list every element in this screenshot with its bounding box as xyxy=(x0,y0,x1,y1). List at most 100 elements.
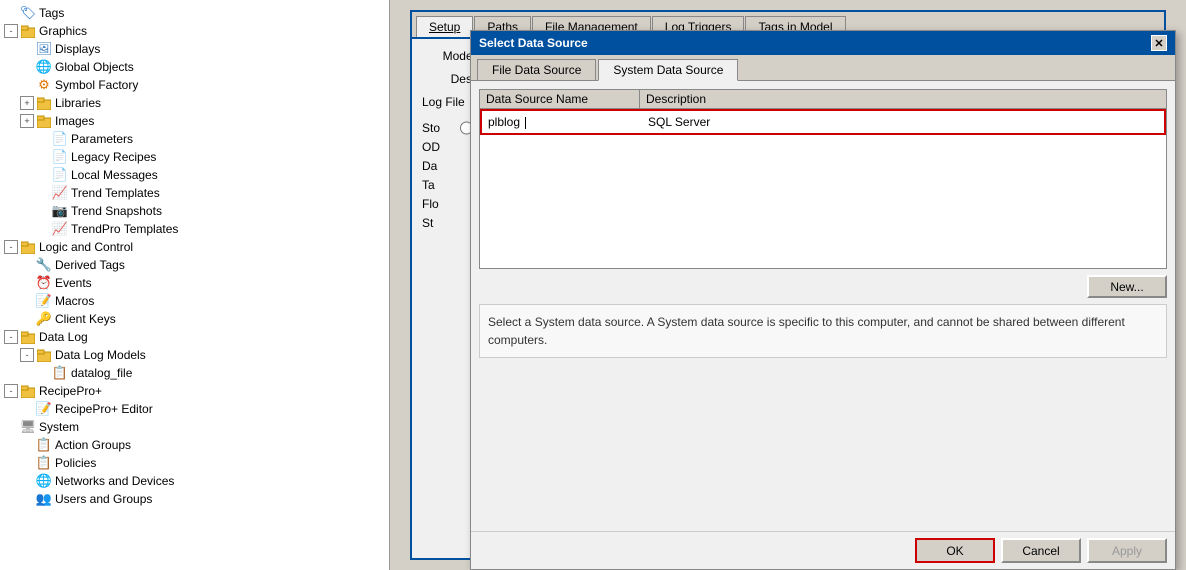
tree-item-recipepro-editor[interactable]: 📝RecipePro+ Editor xyxy=(0,400,389,418)
expander-empty-symbol-factory xyxy=(20,78,34,92)
dialog-cancel-button[interactable]: Cancel xyxy=(1001,538,1081,563)
tree-item-legacy-recipes[interactable]: 📄Legacy Recipes xyxy=(0,148,389,166)
tree-item-logic-control[interactable]: - Logic and Control xyxy=(0,238,389,256)
tree-item-data-log-models[interactable]: - Data Log Models xyxy=(0,346,389,364)
tree-label-symbol-factory: Symbol Factory xyxy=(55,78,138,92)
tree-label-macros: Macros xyxy=(55,294,94,308)
expander-logic-control[interactable]: - xyxy=(4,240,18,254)
tab-file-datasource[interactable]: File Data Source xyxy=(477,59,596,80)
tree-icon-datalog-file: 📋 xyxy=(52,365,68,381)
tree-label-recipepro-editor: RecipePro+ Editor xyxy=(55,402,153,416)
tree-icon-trend-templates: 📈 xyxy=(52,185,68,201)
datasource-cell-desc: SQL Server xyxy=(642,113,1164,131)
tree-label-graphics: Graphics xyxy=(39,24,87,38)
tree-icon-recipepro xyxy=(20,383,36,399)
expander-empty-trendpro-templates xyxy=(36,222,50,236)
tree-label-data-log-models: Data Log Models xyxy=(55,348,146,362)
datasource-name-value: plblog xyxy=(488,115,520,129)
tree-icon-libraries xyxy=(36,95,52,111)
new-button[interactable]: New... xyxy=(1087,275,1167,298)
tree-icon-system: 🖥 xyxy=(20,419,36,435)
tree-label-logic-control: Logic and Control xyxy=(39,240,133,254)
od-stub: OD xyxy=(422,140,440,154)
tree-icon-local-messages: 📄 xyxy=(52,167,68,183)
expander-libraries[interactable]: + xyxy=(20,96,34,110)
datasource-table-header: Data Source Name Description xyxy=(480,90,1166,109)
tree-item-recipepro[interactable]: - RecipePro+ xyxy=(0,382,389,400)
tree-item-system[interactable]: 🖥System xyxy=(0,418,389,436)
ta-stub: Ta xyxy=(422,178,435,192)
expander-graphics[interactable]: - xyxy=(4,24,18,38)
expander-empty-users-groups xyxy=(20,492,34,506)
tree-item-images[interactable]: +Images xyxy=(0,112,389,130)
tree-label-trend-snapshots: Trend Snapshots xyxy=(71,204,162,218)
expander-recipepro[interactable]: - xyxy=(4,384,18,398)
tree-item-client-keys[interactable]: 🔑Client Keys xyxy=(0,310,389,328)
tree-item-global-objects[interactable]: 🌐Global Objects xyxy=(0,58,389,76)
tree-item-local-messages[interactable]: 📄Local Messages xyxy=(0,166,389,184)
datasource-row[interactable]: plblog SQL Server xyxy=(480,109,1166,135)
dialog-content: Data Source Name Description plblog SQL … xyxy=(471,81,1175,531)
datasource-cell-name: plblog xyxy=(482,113,642,131)
tree-icon-data-log-models xyxy=(36,347,52,363)
tree-label-policies: Policies xyxy=(55,456,96,470)
tree-label-derived-tags: Derived Tags xyxy=(55,258,125,272)
storage-stub: Sto xyxy=(422,121,440,135)
tree-item-users-groups[interactable]: 👥Users and Groups xyxy=(0,490,389,508)
tree-item-graphics[interactable]: - Graphics xyxy=(0,22,389,40)
tree-label-networks-devices: Networks and Devices xyxy=(55,474,174,488)
tree-item-trendpro-templates[interactable]: 📈TrendPro Templates xyxy=(0,220,389,238)
tree-item-policies[interactable]: 📋Policies xyxy=(0,454,389,472)
cursor-indicator xyxy=(525,117,533,129)
tree-icon-legacy-recipes: 📄 xyxy=(52,149,68,165)
flo-stub: Flo xyxy=(422,197,439,211)
tree-item-derived-tags[interactable]: 🔧Derived Tags xyxy=(0,256,389,274)
tree-item-trend-snapshots[interactable]: 📷Trend Snapshots xyxy=(0,202,389,220)
datasource-tabs: File Data Source System Data Source xyxy=(471,55,1175,81)
expander-empty-displays xyxy=(20,42,34,56)
expander-images[interactable]: + xyxy=(20,114,34,128)
tree-panel: 🏷Tags - Graphics 🖼Displays🌐Global Objects⚙S… xyxy=(0,0,390,570)
tree-item-symbol-factory[interactable]: ⚙Symbol Factory xyxy=(0,76,389,94)
tree-label-recipepro: RecipePro+ xyxy=(39,384,102,398)
expander-empty-tags xyxy=(4,6,18,20)
close-icon[interactable]: ✕ xyxy=(1151,35,1167,51)
tree-label-global-objects: Global Objects xyxy=(55,60,134,74)
tree-item-data-log[interactable]: -Data Log xyxy=(0,328,389,346)
tree-item-networks-devices[interactable]: 🌐Networks and Devices xyxy=(0,472,389,490)
dialog-ok-button[interactable]: OK xyxy=(915,538,995,563)
tree-label-events: Events xyxy=(55,276,92,290)
expander-empty-parameters xyxy=(36,132,50,146)
expander-empty-system xyxy=(4,420,18,434)
tree-item-datalog-file[interactable]: 📋datalog_file xyxy=(0,364,389,382)
expander-data-log-models[interactable]: - xyxy=(20,348,34,362)
tree-icon-displays: 🖼 xyxy=(36,41,52,57)
tree-icon-parameters: 📄 xyxy=(52,131,68,147)
tree-item-parameters[interactable]: 📄Parameters xyxy=(0,130,389,148)
tree-icon-trendpro-templates: 📈 xyxy=(52,221,68,237)
tree-item-action-groups[interactable]: 📋Action Groups xyxy=(0,436,389,454)
da-stub: Da xyxy=(422,159,437,173)
tree-item-macros[interactable]: 📝Macros xyxy=(0,292,389,310)
tree-label-parameters: Parameters xyxy=(71,132,133,146)
tree-item-libraries[interactable]: +Libraries xyxy=(0,94,389,112)
tab-setup[interactable]: Setup xyxy=(416,16,473,37)
tree-icon-symbol-factory: ⚙ xyxy=(36,77,52,93)
dialog-title: Select Data Source xyxy=(479,36,588,50)
expander-empty-trend-snapshots xyxy=(36,204,50,218)
datasource-table[interactable]: Data Source Name Description plblog SQL … xyxy=(479,89,1167,269)
tree-item-tags[interactable]: 🏷Tags xyxy=(0,4,389,22)
tree-item-displays[interactable]: 🖼Displays xyxy=(0,40,389,58)
tree-item-events[interactable]: ⏰Events xyxy=(0,274,389,292)
dialog-titlebar: Select Data Source ✕ xyxy=(471,31,1175,55)
tree-icon-macros: 📝 xyxy=(36,293,52,309)
expander-empty-client-keys xyxy=(20,312,34,326)
expander-empty-policies xyxy=(20,456,34,470)
dialog-apply-button[interactable]: Apply xyxy=(1087,538,1167,563)
expander-data-log[interactable]: - xyxy=(4,330,18,344)
tree-icon-trend-snapshots: 📷 xyxy=(52,203,68,219)
expander-empty-legacy-recipes xyxy=(36,150,50,164)
tree-item-trend-templates[interactable]: 📈Trend Templates xyxy=(0,184,389,202)
select-datasource-dialog: Select Data Source ✕ File Data Source Sy… xyxy=(470,30,1176,570)
tab-system-datasource[interactable]: System Data Source xyxy=(598,59,738,81)
